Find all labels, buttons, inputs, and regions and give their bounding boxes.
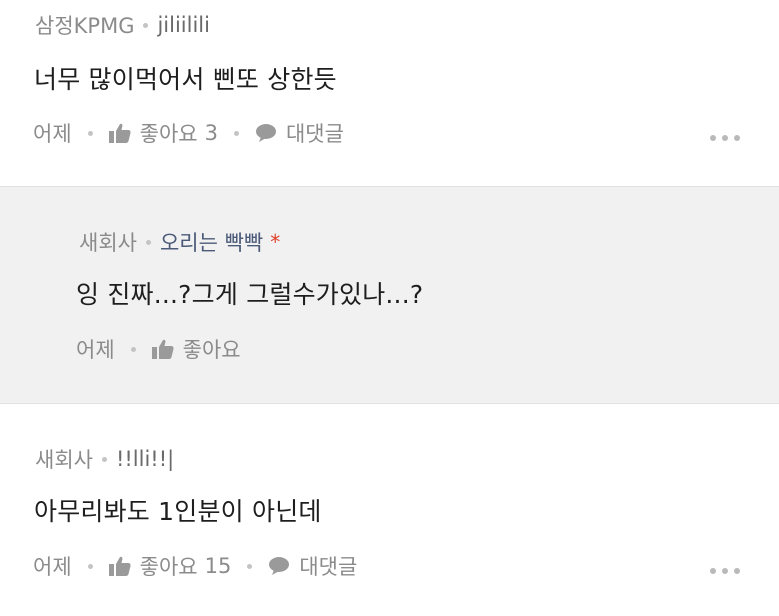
comment-actions: 어제 좋아요 3 대댓글 bbox=[33, 118, 344, 148]
thumbs-up-icon bbox=[108, 123, 131, 143]
like-count: 15 bbox=[204, 554, 232, 578]
author-nickname[interactable]: jiliilili bbox=[157, 13, 210, 37]
author-nickname[interactable]: 오리는 빡빡 bbox=[160, 227, 263, 257]
comment-actions: 어제 좋아요 15 대댓글 bbox=[33, 551, 357, 581]
comment-actions: 어제 좋아요 bbox=[76, 334, 241, 364]
comment-meta: 새회사 !!lli!!| bbox=[35, 444, 174, 474]
separator-dot bbox=[87, 130, 93, 136]
reply-button[interactable]: 대댓글 bbox=[255, 118, 344, 148]
reply-label: 대댓글 bbox=[299, 555, 358, 579]
separator-dot bbox=[247, 563, 253, 569]
like-button[interactable]: 좋아요 15 bbox=[108, 551, 232, 581]
author-nickname[interactable]: !!lli!!| bbox=[116, 447, 174, 471]
author-company: 새회사 bbox=[35, 448, 93, 472]
author-mark: * bbox=[270, 230, 281, 254]
comment-item: 새회사 !!lli!!| 아무리봐도 1인분이 아닌데 어제 좋아요 15 대댓… bbox=[0, 404, 779, 616]
reply-label: 대댓글 bbox=[285, 122, 344, 146]
separator-dot bbox=[130, 346, 136, 352]
like-button[interactable]: 좋아요 bbox=[151, 334, 241, 364]
comment-time: 어제 bbox=[76, 338, 115, 362]
separator-dot bbox=[233, 130, 239, 136]
more-dots-icon[interactable] bbox=[710, 568, 740, 574]
separator-dot bbox=[87, 563, 93, 569]
comment-meta: 삼정KPMG jiliilili bbox=[35, 10, 210, 40]
reply-button[interactable]: 대댓글 bbox=[268, 551, 357, 581]
thumbs-up-icon bbox=[151, 339, 174, 359]
separator-dot bbox=[143, 22, 149, 28]
speech-bubble-icon bbox=[269, 557, 290, 575]
like-label: 좋아요 bbox=[139, 555, 198, 579]
separator-dot bbox=[101, 456, 107, 462]
like-button[interactable]: 좋아요 3 bbox=[108, 118, 218, 148]
like-count: 3 bbox=[204, 121, 218, 145]
comment-time: 어제 bbox=[33, 555, 72, 579]
comment-text: 너무 많이먹어서 삔또 상한듯 bbox=[34, 65, 337, 94]
thumbs-up-icon bbox=[108, 556, 131, 576]
comment-text: 잉 진짜...?그게 그럴수가있나...? bbox=[76, 280, 424, 309]
author-company: 새회사 bbox=[79, 231, 137, 255]
author-company: 삼정KPMG bbox=[35, 14, 135, 38]
more-dots-icon[interactable] bbox=[710, 135, 740, 141]
like-label: 좋아요 bbox=[139, 122, 198, 146]
speech-bubble-icon bbox=[255, 124, 276, 142]
separator-dot bbox=[145, 239, 151, 245]
comment-time: 어제 bbox=[33, 122, 72, 146]
comment-meta: 새회사 오리는 빡빡 * bbox=[79, 227, 280, 257]
comment-item: 삼정KPMG jiliilili 너무 많이먹어서 삔또 상한듯 어제 좋아요 … bbox=[0, 0, 779, 186]
like-label: 좋아요 bbox=[182, 338, 241, 362]
comment-text: 아무리봐도 1인분이 아닌데 bbox=[34, 497, 322, 526]
reply-item: 새회사 오리는 빡빡 * 잉 진짜...?그게 그럴수가있나...? 어제 좋아… bbox=[0, 186, 779, 404]
